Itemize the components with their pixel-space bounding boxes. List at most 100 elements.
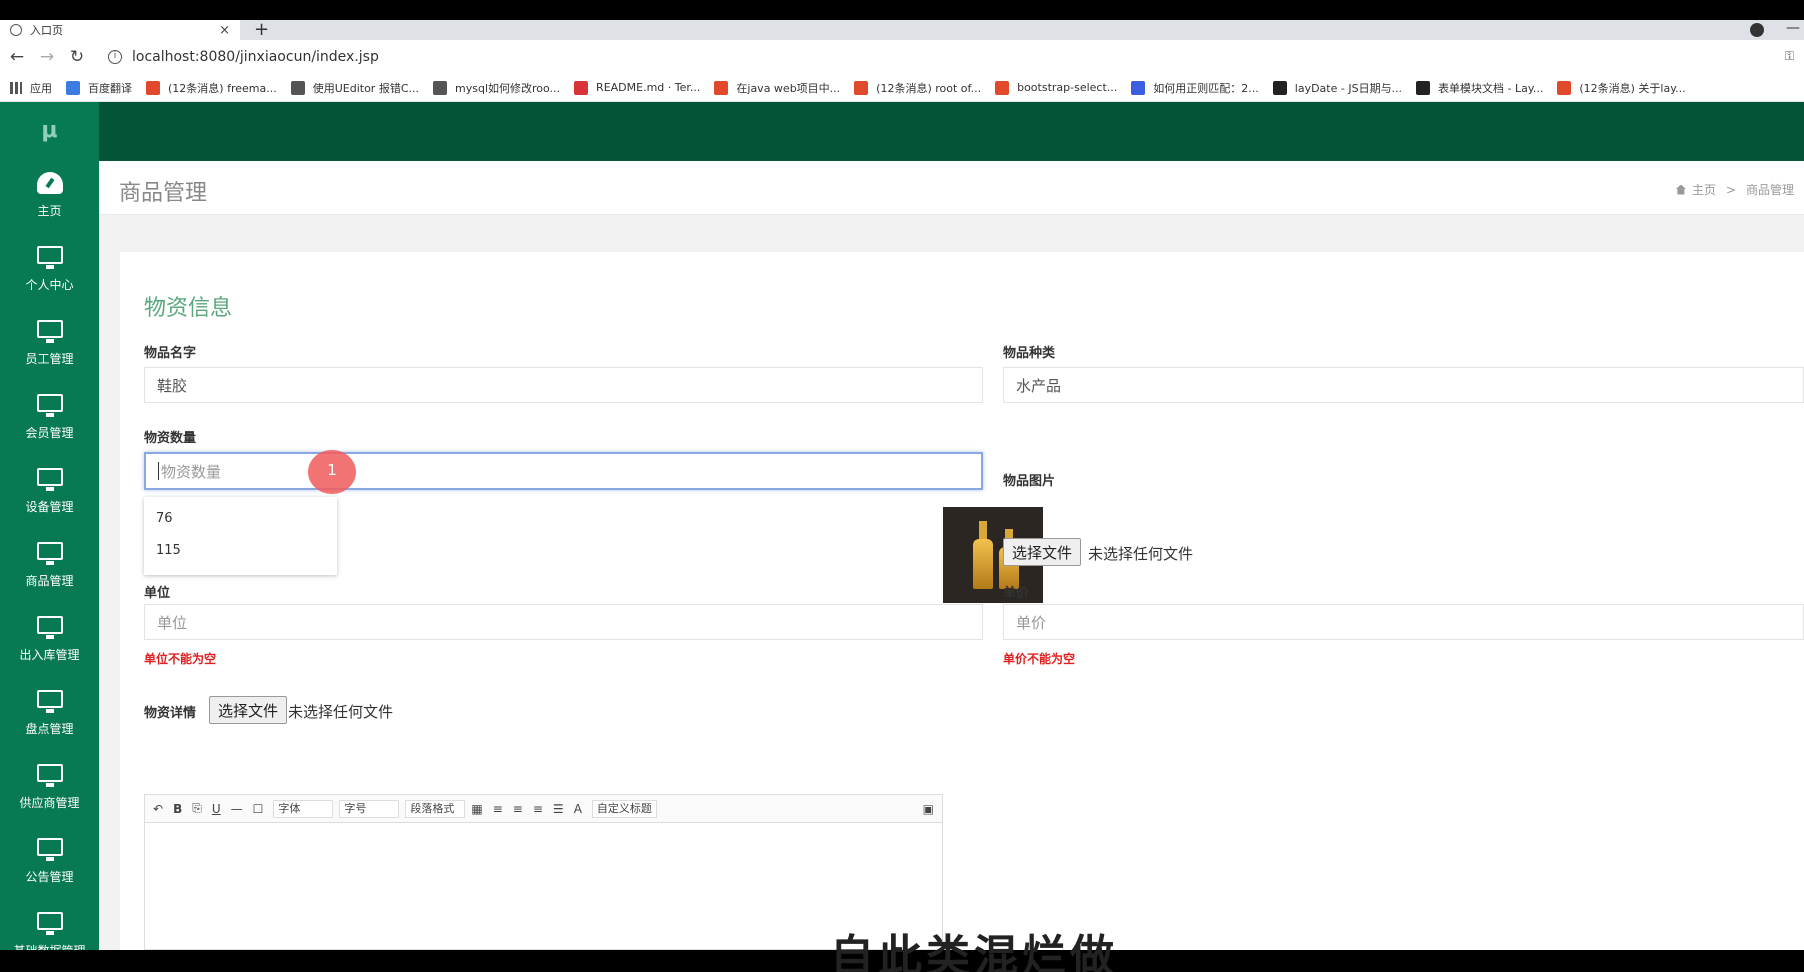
sidebar-item-label: 员工管理: [25, 352, 74, 366]
price-input[interactable]: 单价: [1003, 604, 1804, 640]
browser-tab[interactable]: 入口页 ×: [0, 20, 240, 40]
html-source-icon[interactable]: ▣: [923, 802, 934, 816]
browser-window: 入口页 × + — ← → ↻ i localhost:8080/jinxiao…: [0, 20, 1804, 950]
monitor-icon: [36, 320, 64, 344]
forward-arrow-icon[interactable]: →: [34, 47, 60, 67]
sidebar-item[interactable]: 盘点管理: [0, 676, 99, 750]
url-field[interactable]: localhost:8080/jinxiaocun/index.jsp: [132, 49, 379, 65]
breadcrumb-home[interactable]: 主页: [1692, 181, 1716, 198]
size-select[interactable]: 字号: [339, 799, 400, 818]
bookmark-favicon-icon: [1557, 80, 1572, 95]
sidebar-item[interactable]: 基础数据管理: [0, 898, 99, 950]
name-input[interactable]: 鞋胶: [144, 367, 983, 403]
breadcrumb-separator: >: [1725, 182, 1736, 197]
bookmark-item[interactable]: 使用UEditor 报错C...: [290, 80, 419, 96]
align-right-icon[interactable]: ≡: [533, 802, 543, 816]
sidebar-item[interactable]: 设备管理: [0, 454, 99, 528]
info-icon[interactable]: i: [108, 50, 122, 64]
paragraph-select[interactable]: 段落格式: [405, 799, 466, 818]
detail-file-status: 未选择任何文件: [288, 703, 394, 721]
sidebar-item[interactable]: 个人中心: [0, 232, 99, 306]
bookmark-item[interactable]: README.md · Ter...: [574, 80, 701, 95]
autocomplete-option[interactable]: 76: [144, 503, 337, 535]
sidebar-item[interactable]: 员工管理: [0, 306, 99, 380]
unit-input[interactable]: 单位: [144, 604, 983, 640]
minimize-icon[interactable]: —: [1786, 20, 1800, 36]
image-label: 物品图片: [1003, 474, 1056, 489]
profile-icon[interactable]: [1750, 23, 1764, 37]
image-file-button[interactable]: 选择文件: [1003, 538, 1082, 566]
sidebar-item[interactable]: 主页: [0, 158, 99, 232]
underline-button[interactable]: U: [212, 802, 221, 816]
bookmark-item[interactable]: (12条消息) 关于lay...: [1557, 80, 1686, 96]
sidebar-item-label: 主页: [37, 204, 62, 218]
sidebar-item[interactable]: 供应商管理: [0, 750, 99, 824]
font-select[interactable]: 字体: [273, 799, 334, 818]
bookmark-favicon-icon: [574, 80, 589, 95]
form-panel: 物资信息 物品名字 鞋胶 物品种类 水产品 物资数量 物资数量 1 76 115…: [120, 252, 1804, 950]
breadcrumb-current: 商品管理: [1745, 183, 1794, 197]
justify-icon[interactable]: ☰: [553, 802, 564, 816]
autocomplete-option[interactable]: 115: [144, 535, 337, 567]
bookmark-label: 使用UEditor 报错C...: [312, 81, 419, 95]
logo[interactable]: μ: [0, 102, 99, 158]
bookmark-item[interactable]: mysql如何修改roo...: [433, 80, 560, 96]
click-marker: 1: [308, 450, 356, 494]
bookmark-label: README.md · Ter...: [596, 81, 701, 94]
bookmark-favicon-icon: [1272, 80, 1287, 95]
align-center-icon[interactable]: ≡: [513, 802, 523, 816]
bold-button[interactable]: B: [173, 802, 182, 816]
monitor-icon: [36, 542, 64, 566]
bookmark-item[interactable]: 百度翻译: [66, 80, 132, 96]
page-header: 商品管理 主页 > 商品管理: [99, 161, 1804, 215]
reload-icon[interactable]: ↻: [64, 47, 90, 67]
bookmark-item[interactable]: bootstrap-select...: [995, 80, 1117, 95]
sidebar-item-label: 基础数据管理: [0, 942, 99, 950]
price-label: 单价: [1003, 586, 1030, 601]
bookmark-item[interactable]: 在java web项目中...: [714, 80, 840, 96]
table-icon[interactable]: ▦: [471, 802, 482, 816]
price-error: 单价不能为空: [1003, 652, 1076, 666]
sidebar-item[interactable]: 会员管理: [0, 380, 99, 454]
bookmark-favicon-icon: [995, 80, 1010, 95]
category-input[interactable]: 水产品: [1003, 367, 1804, 403]
bookmark-item[interactable]: 应用: [30, 80, 52, 96]
key-icon[interactable]: ⚿: [1785, 49, 1794, 64]
bookmark-item[interactable]: 表单模块文档 - Lay...: [1416, 80, 1543, 96]
sidebar-item[interactable]: 出入库管理: [0, 602, 99, 676]
sidebar-item-label: 出入库管理: [19, 648, 80, 662]
bookmark-favicon-icon: [290, 80, 305, 95]
detail-label: 物资详情: [144, 706, 197, 721]
custom-title-select[interactable]: 自定义标题: [591, 799, 657, 818]
bookmark-item[interactable]: (12条消息) freema...: [146, 80, 277, 96]
name-label: 物品名字: [144, 346, 197, 361]
undo-icon[interactable]: ↶: [153, 802, 163, 816]
sidebar-item[interactable]: 商品管理: [0, 528, 99, 602]
bookmark-label: 如何用正则匹配：2...: [1153, 81, 1259, 95]
format-painter-icon[interactable]: ⎘: [192, 801, 202, 816]
sidebar-item-label: 公告管理: [25, 870, 74, 884]
bookmark-item[interactable]: 如何用正则匹配：2...: [1131, 80, 1259, 96]
align-left-icon[interactable]: ≡: [493, 802, 503, 816]
bookmark-favicon-icon: [433, 80, 447, 95]
back-arrow-icon[interactable]: ←: [4, 47, 30, 67]
bookmark-item[interactable]: layDate - JS日期与...: [1272, 80, 1402, 96]
horizontal-rule-icon[interactable]: —: [231, 802, 243, 816]
page-title: 商品管理: [119, 181, 208, 206]
close-tab-icon[interactable]: ×: [219, 23, 230, 38]
monitor-icon: [36, 468, 64, 492]
new-tab-button[interactable]: +: [254, 20, 269, 40]
bookmark-label: (12条消息) freema...: [168, 81, 277, 95]
quantity-input[interactable]: 物资数量: [144, 452, 983, 490]
bookmark-item[interactable]: (12条消息) root of...: [854, 80, 981, 96]
apps-grid-icon[interactable]: [10, 81, 22, 94]
video-overlay-text: 自此类混烂做: [830, 931, 1118, 972]
checkbox-icon[interactable]: ☐: [253, 802, 264, 816]
font-color-button[interactable]: A: [574, 802, 582, 816]
bookmark-favicon-icon: [66, 80, 80, 95]
quantity-placeholder: 物资数量: [161, 462, 222, 481]
detail-file-button[interactable]: 选择文件: [209, 696, 288, 724]
sidebar-item[interactable]: 公告管理: [0, 824, 99, 898]
screen: 入口页 × + — ← → ↻ i localhost:8080/jinxiao…: [0, 0, 1804, 972]
bookmark-favicon-icon: [1131, 80, 1146, 95]
